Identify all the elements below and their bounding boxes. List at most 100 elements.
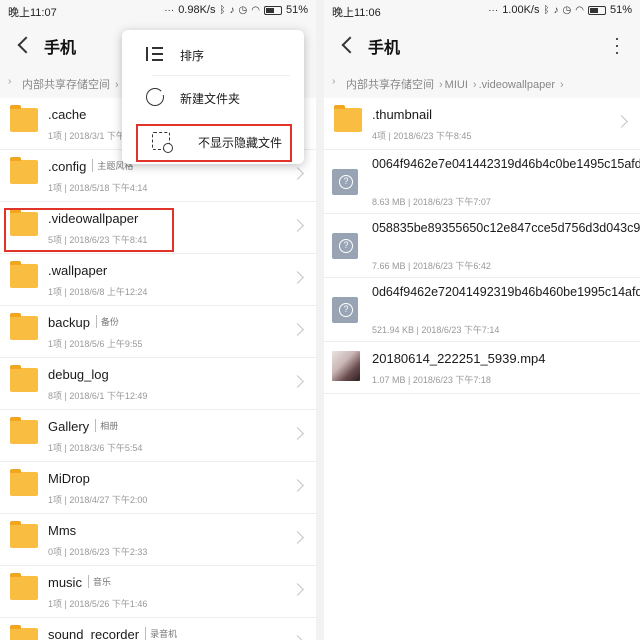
folder-icon [10,417,38,444]
page-title: 手机 [368,40,401,57]
status-time: 晚上11:06 [332,7,381,19]
chevron-right-icon: › [115,79,119,91]
battery-percent: 51% [285,4,308,16]
file-name: 20180614_222251_5939.mp4 [372,351,546,366]
left-screen: 晚上11:07 ··· 0.98K/s ᛒ ♪ ◷ ◠ 51% 手机 › 内部共… [0,0,316,640]
chevron-right-icon: › [560,79,564,91]
file-meta: 7.66 MB | 2018/6/23 下午6:42 [372,261,491,271]
breadcrumb-chevron-icon: › [8,76,12,87]
menu-item-sort[interactable]: 排序 [122,33,304,75]
file-name: .cache [48,107,87,122]
file-name: Gallery [48,419,90,434]
file-name: sound_recorder [48,627,140,640]
folder-tag: 备份 [95,315,119,328]
chevron-right-icon [291,635,304,640]
file-meta: 1项 | 2018/3/6 下午5:54 [48,443,143,453]
alarm-icon: ◷ [238,4,248,16]
file-row[interactable]: Mms 0项 | 2018/6/23 下午2:33 [0,514,316,566]
file-name: backup [48,315,90,330]
folder-icon [10,209,38,236]
file-name: .config [48,159,87,174]
file-meta: 8.63 MB | 2018/6/23 下午7:07 [372,197,491,207]
status-time: 晚上11:07 [8,7,57,19]
status-bar: 晚上11:07 ··· 0.98K/s ᛒ ♪ ◷ ◠ 51% [0,0,316,22]
app-header: 手机 · · · [324,22,640,68]
file-row[interactable]: debug_log 8项 | 2018/6/1 下午12:49 [0,358,316,410]
folder-icon [334,105,362,132]
menu-item-new-folder[interactable]: 新建文件夹 [122,76,304,118]
file-name: debug_log [48,367,109,382]
file-name: music [48,575,82,590]
status-right: ··· 0.98K/s ᛒ ♪ ◷ ◠ 51% [164,4,308,16]
folder-icon [10,469,38,496]
file-meta: 1项 | 2018/6/8 上午12:24 [48,287,148,297]
breadcrumb: › 内部共享存储空间 › MIUI › .videowallpaper › [324,68,640,98]
file-row[interactable]: sound_recorder 录音机 [0,618,316,640]
more-options-icon[interactable]: · · · [614,29,620,61]
folder-icon [10,521,38,548]
file-meta: 1项 | 2018/5/18 下午4:14 [48,183,148,193]
folder-icon [10,625,38,640]
status-bar: 晚上11:06 ··· 1.00K/s ᛒ ♪ ◷ ◠ 51% [324,0,640,22]
alarm-icon: ◷ [562,4,572,16]
mute-icon: ♪ [553,4,559,16]
chevron-right-icon [291,167,304,180]
file-meta: 4项 | 2018/6/23 下午8:45 [372,131,472,141]
net-speed: 1.00K/s [502,4,540,16]
video-thumbnail-icon [332,351,360,381]
popup-menu: 排序 新建文件夹 不显示隐藏文件 [122,30,304,164]
unknown-file-icon [332,297,358,323]
file-meta: 5项 | 2018/6/23 下午8:41 [48,235,148,245]
hidden-files-icon [152,132,173,153]
file-row[interactable]: .wallpaper 1项 | 2018/6/8 上午12:24 [0,254,316,306]
battery-icon [263,5,282,15]
file-row[interactable]: backup 备份 1项 | 2018/5/6 上午9:55 [0,306,316,358]
folder-icon [10,365,38,392]
folder-icon [10,313,38,340]
file-row[interactable]: .videowallpaper 5项 | 2018/6/23 下午8:41 [0,202,316,254]
chevron-right-icon: › [439,79,443,91]
folder-tag: 录音机 [145,627,177,640]
file-name: 058835be89355650c12e847cce5d756d3d043c99… [372,221,640,235]
file-name: Mms [48,523,77,538]
mute-icon: ♪ [229,4,235,16]
folder-tag: 相册 [95,419,118,432]
file-meta: 1项 | 2018/5/6 上午9:55 [48,339,143,349]
folder-icon [10,157,38,184]
file-name: .wallpaper [48,263,108,278]
status-right: ··· 1.00K/s ᛒ ♪ ◷ ◠ 51% [488,4,632,16]
file-row[interactable]: 20180614_222251_5939.mp4 1.07 MB | 2018/6… [324,342,640,394]
chevron-right-icon [291,531,304,544]
bluetooth-icon: ᛒ [543,4,550,16]
chevron-right-icon [291,375,304,388]
file-row[interactable]: 0064f9462e7e041442319d46b4c0be1495c15afd… [324,150,640,214]
file-meta: 1项 | 2018/4/27 下午2:00 [48,495,148,505]
file-row[interactable]: MiDrop 1项 | 2018/4/27 下午2:00 [0,462,316,514]
menu-item-hide-hidden-files[interactable]: 不显示隐藏文件 [122,120,304,162]
file-row[interactable]: Gallery 相册 1项 | 2018/3/6 下午5:54 [0,410,316,462]
battery-icon [587,5,606,15]
chevron-right-icon [291,479,304,492]
page-title: 手机 [44,40,77,57]
file-name: 0d64f9462e72041492319b46b460be1995c14afd… [372,285,640,299]
breadcrumb-item[interactable]: MIUI [445,79,468,91]
file-row[interactable]: 058835be89355650c12e847cce5d756d3d043c99… [324,214,640,278]
back-arrow-icon[interactable] [338,34,358,56]
breadcrumb-item[interactable]: 内部共享存储空间 [22,79,110,91]
chevron-right-icon [291,427,304,440]
file-list: .thumbnail 4项 | 2018/6/23 下午8:45 0064f9462… [324,98,640,394]
breadcrumb-chevron-icon: › [332,76,336,87]
back-arrow-icon[interactable] [14,34,34,56]
file-row[interactable]: 0d64f9462e72041492319b46b460be1995c14afd… [324,278,640,342]
more-dots-icon: ··· [488,4,499,16]
file-meta: 521.94 KB | 2018/6/23 下午7:14 [372,325,500,335]
chevron-right-icon [291,583,304,596]
breadcrumb-item[interactable]: 内部共享存储空间 [346,79,434,91]
battery-percent: 51% [609,4,632,16]
file-meta: 1项 | 2018/5/26 下午1:46 [48,599,148,609]
folder-icon [10,573,38,600]
file-meta: 0项 | 2018/6/23 下午2:33 [48,547,148,557]
folder-row[interactable]: .thumbnail 4项 | 2018/6/23 下午8:45 [324,98,640,150]
breadcrumb-item[interactable]: .videowallpaper [479,79,555,91]
file-row[interactable]: music 音乐 1项 | 2018/5/26 下午1:46 [0,566,316,618]
